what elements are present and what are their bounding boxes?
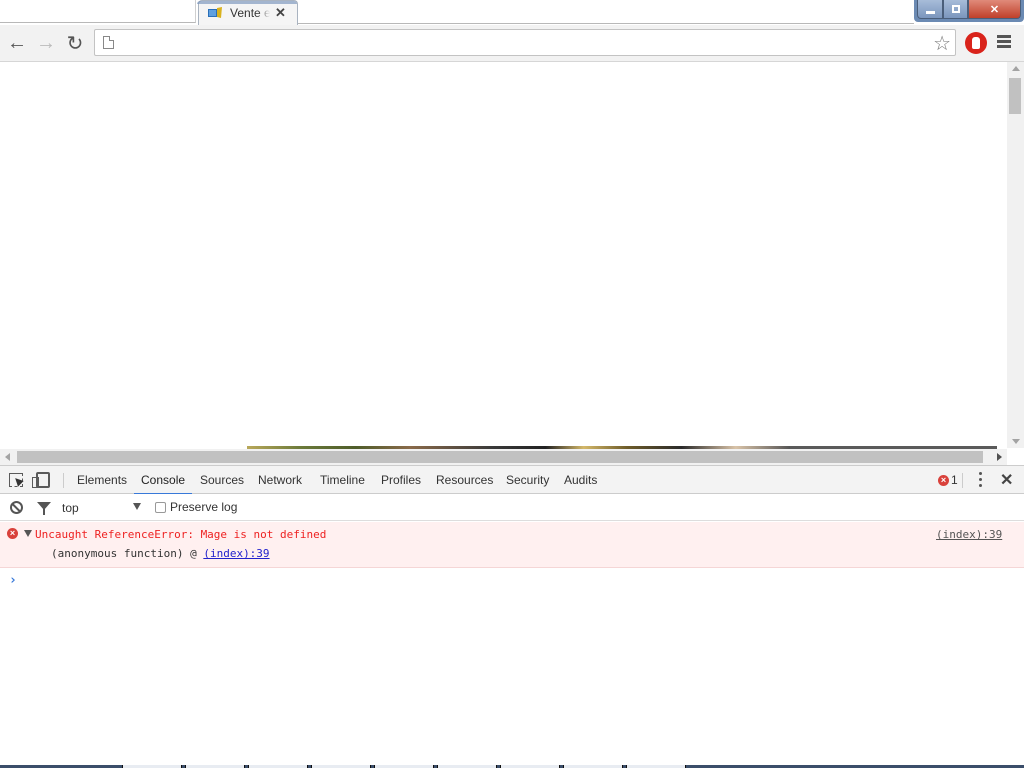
- tab-console[interactable]: Console: [133, 466, 193, 495]
- page-icon: [103, 36, 114, 49]
- reload-icon: ↻: [66, 32, 84, 55]
- browser-menu-icon[interactable]: [997, 35, 1011, 49]
- error-text: Uncaught ReferenceError: Mage is not def…: [35, 528, 327, 541]
- restore-icon: [951, 5, 960, 13]
- tab-network[interactable]: Network: [258, 466, 302, 494]
- minimize-icon: [925, 10, 935, 14]
- console-error-message: × Uncaught ReferenceError: Mage is not d…: [0, 522, 1024, 568]
- tab-security[interactable]: Security: [506, 466, 549, 494]
- bookmark-star-icon[interactable]: ☆: [933, 31, 951, 56]
- prompt-chevron-icon: ›: [9, 573, 17, 588]
- horizontal-scroll-thumb[interactable]: [17, 451, 983, 463]
- devtools-panel: Elements Console Sources Network Timelin…: [0, 465, 1024, 768]
- error-count: 1: [951, 473, 958, 487]
- console-prompt: ›: [0, 569, 1024, 591]
- error-count-badge[interactable]: × 1: [938, 473, 958, 487]
- inspect-element-icon[interactable]: [9, 473, 23, 487]
- vertical-scrollbar[interactable]: [1007, 62, 1024, 448]
- tab-timeline[interactable]: Timeline: [320, 466, 365, 494]
- minimize-button[interactable]: [917, 0, 943, 19]
- scroll-right-arrow-icon[interactable]: [997, 453, 1002, 461]
- tab-strip-empty[interactable]: [0, 0, 196, 23]
- back-button[interactable]: ←: [5, 31, 29, 55]
- device-mode-icon[interactable]: [32, 472, 50, 488]
- title-bar: Vente e ✕ ✕: [0, 0, 1024, 25]
- tab-sources[interactable]: Sources: [200, 466, 244, 494]
- restore-button[interactable]: [943, 0, 968, 19]
- context-value: top: [62, 501, 79, 515]
- dropdown-arrow-icon: [133, 503, 141, 510]
- tab-audits[interactable]: Audits: [564, 466, 597, 494]
- window-close-icon: ✕: [989, 3, 1000, 16]
- devtools-tabbar: Elements Console Sources Network Timelin…: [0, 466, 1024, 495]
- scroll-down-arrow-icon[interactable]: [1012, 439, 1020, 444]
- tab-strip-divider: [298, 23, 914, 24]
- site-favicon-icon: [208, 7, 222, 18]
- clear-console-icon[interactable]: [10, 501, 23, 514]
- stack-source-link[interactable]: (index):39: [203, 547, 269, 560]
- expand-triangle-icon[interactable]: [24, 530, 32, 537]
- error-icon: ×: [7, 528, 18, 539]
- scroll-left-arrow-icon[interactable]: [5, 453, 10, 461]
- browser-toolbar: ← → ↻ ☆: [0, 25, 1024, 62]
- filter-icon[interactable]: [37, 502, 51, 515]
- forward-button[interactable]: →: [34, 31, 58, 55]
- console-toolbar: top Preserve log: [0, 494, 1024, 521]
- console-input[interactable]: [24, 571, 1004, 589]
- tab-close-icon[interactable]: ✕: [275, 5, 286, 21]
- devtools-close-icon[interactable]: ✕: [1000, 470, 1013, 490]
- page-viewport: [0, 62, 1024, 465]
- scroll-up-arrow-icon[interactable]: [1012, 66, 1020, 71]
- devtools-menu-icon[interactable]: [977, 472, 983, 488]
- window-controls: ✕: [914, 0, 1024, 22]
- preserve-log-label: Preserve log: [170, 500, 238, 514]
- arrow-right-icon: →: [36, 31, 56, 54]
- preserve-log-checkbox[interactable]: [155, 501, 166, 513]
- toolbar-divider: [63, 473, 64, 488]
- error-icon: ×: [938, 474, 949, 486]
- context-selector[interactable]: top: [62, 499, 144, 517]
- address-bar[interactable]: ☆: [94, 29, 956, 56]
- vertical-scroll-thumb[interactable]: [1009, 78, 1021, 114]
- stack-trace-line: (anonymous function) @ (index):39: [51, 547, 270, 560]
- browser-tab[interactable]: Vente e ✕: [197, 0, 298, 25]
- toolbar-divider: [962, 473, 963, 488]
- tab-profiles[interactable]: Profiles: [381, 466, 421, 494]
- tab-resources[interactable]: Resources: [436, 466, 493, 494]
- tab-elements[interactable]: Elements: [77, 466, 127, 494]
- stack-function: (anonymous function) @: [51, 547, 204, 560]
- window-close-button[interactable]: ✕: [968, 0, 1021, 19]
- adblock-extension-icon[interactable]: [965, 32, 987, 54]
- horizontal-scrollbar[interactable]: [0, 449, 1007, 465]
- tab-title: Vente e: [230, 6, 270, 20]
- preserve-log-toggle[interactable]: Preserve log: [155, 500, 237, 514]
- error-source-link[interactable]: (index):39: [936, 528, 1002, 541]
- reload-button[interactable]: ↻: [63, 31, 87, 55]
- arrow-left-icon: ←: [7, 31, 27, 54]
